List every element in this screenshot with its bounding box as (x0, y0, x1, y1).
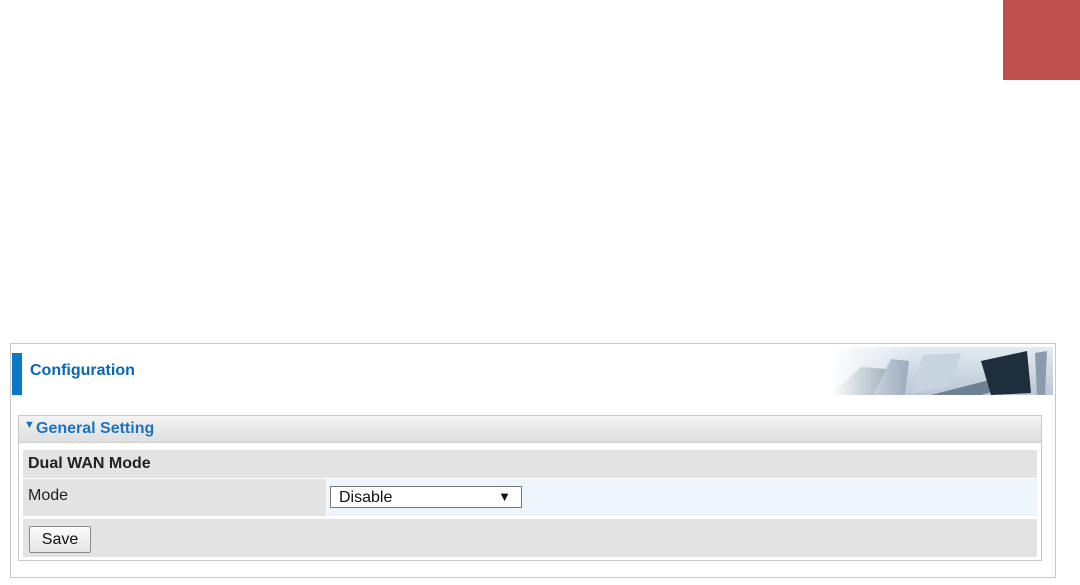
configuration-panel: Configuration ▼ General Setting Dual WAN… (10, 343, 1056, 578)
mode-label-cell: Mode (23, 479, 326, 516)
save-button[interactable]: Save (29, 526, 91, 553)
general-setting-section: ▼ General Setting Dual WAN Mode Mode Dis… (18, 415, 1042, 561)
mode-select-value: Disable (339, 489, 393, 506)
dual-wan-mode-heading-row: Dual WAN Mode (23, 450, 1037, 478)
save-row: Save (23, 519, 1037, 557)
dropdown-arrow-icon: ▼ (498, 489, 511, 504)
header-banner-image (831, 347, 1053, 395)
panel-header: Configuration (11, 344, 1055, 398)
mode-select[interactable]: Disable ▼ (330, 486, 522, 508)
section-title[interactable]: General Setting (36, 420, 154, 438)
page-title: Configuration (30, 362, 135, 379)
dual-wan-mode-heading: Dual WAN Mode (28, 455, 151, 472)
mode-value-cell: Disable ▼ (327, 479, 1037, 516)
corner-color-block (1003, 0, 1080, 80)
mode-label: Mode (28, 487, 69, 504)
mode-row: Mode Disable ▼ (23, 479, 1037, 516)
section-header[interactable]: ▼ General Setting (19, 416, 1041, 443)
header-accent-bar (12, 353, 22, 395)
triangle-down-icon[interactable]: ▼ (24, 419, 35, 431)
